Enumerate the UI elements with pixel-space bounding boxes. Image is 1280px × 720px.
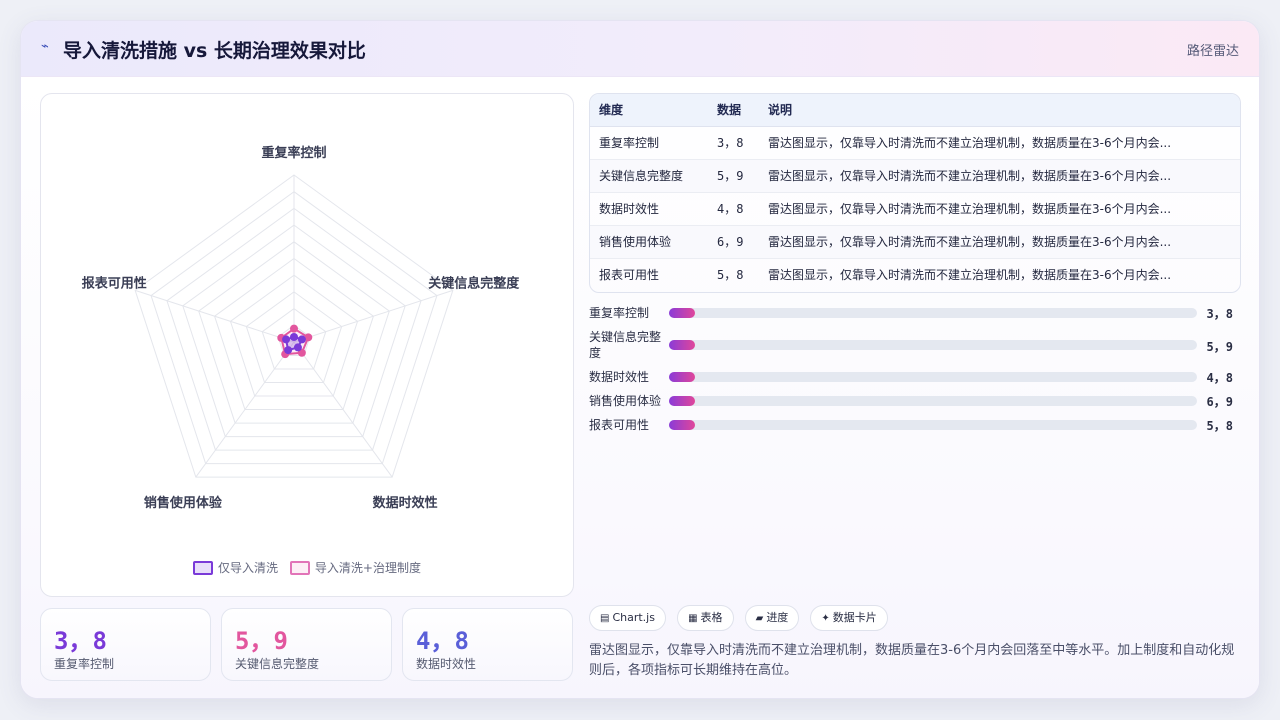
progress-fill bbox=[669, 420, 696, 430]
chip-progress[interactable]: ▰ 进度 bbox=[744, 605, 800, 631]
stat-label: 重复率控制 bbox=[54, 657, 115, 671]
stat-label: 关键信息完整度 bbox=[235, 657, 320, 671]
header: ⌁ 导入清洗措施 vs 长期治理效果对比 路径雷达 bbox=[21, 21, 1259, 77]
column-header-description[interactable]: 说明 bbox=[759, 94, 1240, 127]
chart-icon: ▤ bbox=[600, 613, 610, 624]
cell-dimension: 关键信息完整度 bbox=[590, 159, 708, 193]
page-title: 导入清洗措施 vs 长期治理效果对比 bbox=[63, 40, 366, 62]
legend-item-import-only[interactable]: 仅导入清洗 bbox=[193, 559, 278, 576]
table-header-row: 维度 数据 说明 bbox=[590, 94, 1240, 127]
progress-value: 3，8 bbox=[1206, 307, 1233, 321]
chart-legend: 仅导入清洗 导入清洗+治理制度 bbox=[41, 559, 573, 578]
chip-table[interactable]: ▦ 表格 bbox=[677, 605, 734, 631]
cell-description: 雷达图显示，仅靠导入时清洗而不建立治理机制，数据质量在3-6个月内会... bbox=[768, 268, 1172, 283]
radar-axis-label: 重复率控制 bbox=[261, 145, 326, 161]
radar-axis-label: 销售使用体验 bbox=[144, 495, 223, 511]
data-table: 维度 数据 说明 重复率控制 3，8 雷达图显示，仅靠导入时清洗而不建立治理机制… bbox=[589, 93, 1241, 293]
progress-value: 6，9 bbox=[1206, 395, 1233, 409]
progress-track bbox=[669, 340, 1197, 350]
stat-card-duplicate-rate: 3，8 重复率控制 bbox=[40, 608, 211, 681]
radar-axis-label: 报表可用性 bbox=[82, 276, 147, 292]
cell-description: 雷达图显示，仅靠导入时清洗而不建立治理机制，数据质量在3-6个月内会... bbox=[759, 159, 1240, 193]
cell-description: 雷达图显示，仅靠导入时清洗而不建立治理机制，数据质量在3-6个月内会... bbox=[759, 192, 1240, 226]
progress-label: 销售使用体验 bbox=[589, 394, 662, 408]
radar-data-point bbox=[290, 324, 298, 333]
radar-axis-label: 关键信息完整度 bbox=[428, 276, 520, 292]
chart-description: 雷达图显示，仅靠导入时清洗而不建立治理机制，数据质量在3-6个月内会回落至中等水… bbox=[589, 643, 1235, 678]
chip-label: 表格 bbox=[700, 611, 723, 624]
chip-data-cards[interactable]: ✦ 数据卡片 bbox=[810, 605, 888, 631]
chip-label: 数据卡片 bbox=[832, 611, 877, 624]
progress-track bbox=[669, 396, 1197, 406]
progress-value: 4，8 bbox=[1206, 371, 1233, 385]
radar-spoke bbox=[293, 289, 453, 343]
table-row[interactable]: 数据时效性 4，8 雷达图显示，仅靠导入时清洗而不建立治理机制，数据质量在3-6… bbox=[590, 192, 1240, 226]
progress-label: 重复率控制 bbox=[589, 306, 650, 320]
progress-label: 数据时效性 bbox=[589, 370, 650, 384]
radar-axis-label: 数据时效性 bbox=[373, 495, 438, 511]
column-header-dimension[interactable]: 维度 bbox=[590, 94, 708, 127]
legend-label-import-only: 仅导入清洗 bbox=[218, 561, 279, 575]
chip-label: Chart.js bbox=[612, 611, 655, 624]
pulse-icon: ⌁ bbox=[41, 39, 49, 54]
stat-value: 3，8 bbox=[54, 627, 107, 655]
progress-fill bbox=[669, 372, 696, 382]
radar-chart-panel: 重复率控制关键信息完整度数据时效性 销售使用体验 报表可用性 仅导入清洗 导入清洗+… bbox=[40, 93, 574, 597]
table-row[interactable]: 关键信息完整度 5，9 雷达图显示，仅靠导入时清洗而不建立治理机制，数据质量在3… bbox=[590, 159, 1240, 193]
stat-value: 4，8 bbox=[416, 627, 469, 655]
radar-data-point bbox=[282, 335, 291, 344]
radar-data-point bbox=[290, 332, 298, 341]
radar-data-point bbox=[293, 343, 302, 352]
progress-icon: ▰ bbox=[755, 613, 764, 624]
cell-dimension: 重复率控制 bbox=[590, 126, 708, 160]
progress-value: 5，8 bbox=[1206, 419, 1233, 433]
progress-track bbox=[669, 420, 1197, 430]
legend-swatch-governance bbox=[289, 560, 310, 575]
stat-value: 5，9 bbox=[235, 627, 288, 655]
stat-label: 数据时效性 bbox=[416, 657, 477, 671]
table-row[interactable]: 报表可用性 5，8 雷达图显示，仅靠导入时清洗而不建立治理机制，数据质量在3-6… bbox=[590, 258, 1240, 291]
cell-description: 雷达图显示，仅靠导入时清洗而不建立治理机制，数据质量在3-6个月内会... bbox=[759, 225, 1240, 259]
cell-dimension: 报表可用性 bbox=[599, 268, 660, 283]
stat-card-timeliness: 4，8 数据时效性 bbox=[402, 608, 573, 681]
chip-label: 进度 bbox=[766, 611, 789, 624]
progress-value: 5，9 bbox=[1206, 340, 1233, 354]
progress-fill bbox=[669, 340, 696, 350]
chip-chartjs[interactable]: ▤ Chart.js bbox=[589, 605, 666, 631]
progress-track bbox=[669, 308, 1197, 318]
chart-type-tag: 路径雷达 bbox=[1186, 44, 1239, 59]
cell-data: 4，8 bbox=[708, 192, 759, 226]
view-chips: ▤ Chart.js ▦ 表格 ▰ 进度 ✦ 数据卡片 bbox=[589, 605, 894, 631]
cell-data: 5，9 bbox=[708, 159, 759, 193]
radar-chart: 重复率控制关键信息完整度数据时效性 销售使用体验 报表可用性 bbox=[82, 145, 520, 511]
legend-swatch-import-only bbox=[193, 560, 214, 575]
main-card: ⌁ 导入清洗措施 vs 长期治理效果对比 路径雷达 重复率控制 关键信息完整度 数据… bbox=[20, 20, 1260, 699]
cell-dimension: 数据时效性 bbox=[590, 192, 708, 226]
cell-dimension: 销售使用体验 bbox=[590, 225, 708, 259]
progress-fill bbox=[669, 396, 696, 406]
table-row[interactable]: 重复率控制 3，8 雷达图显示，仅靠导入时清洗而不建立治理机制，数据质量在3-6… bbox=[590, 126, 1240, 160]
progress-fill bbox=[669, 308, 696, 318]
cell-description: 雷达图显示，仅靠导入时清洗而不建立治理机制，数据质量在3-6个月内会... bbox=[759, 126, 1240, 160]
cell-data: 5，8 bbox=[717, 268, 744, 283]
column-header-data[interactable]: 数据 bbox=[708, 94, 759, 127]
progress-label: 关键信息完整度 bbox=[589, 330, 662, 360]
progress-track bbox=[669, 372, 1197, 382]
radar-spoke bbox=[135, 289, 295, 343]
card-icon: ✦ bbox=[821, 613, 830, 624]
radar-data-point bbox=[284, 346, 293, 355]
cell-data: 3，8 bbox=[708, 126, 759, 160]
table-icon: ▦ bbox=[688, 613, 698, 624]
table-row[interactable]: 销售使用体验 6，9 雷达图显示，仅靠导入时清洗而不建立治理机制，数据质量在3-… bbox=[590, 225, 1240, 259]
stat-card-completeness: 5，9 关键信息完整度 bbox=[221, 608, 392, 681]
progress-label: 报表可用性 bbox=[589, 418, 650, 432]
cell-data: 6，9 bbox=[708, 225, 759, 259]
legend-label-governance: 导入清洗+治理制度 bbox=[314, 561, 421, 575]
legend-item-governance[interactable]: 导入清洗+治理制度 bbox=[289, 559, 421, 576]
radar-data-point bbox=[297, 335, 306, 344]
